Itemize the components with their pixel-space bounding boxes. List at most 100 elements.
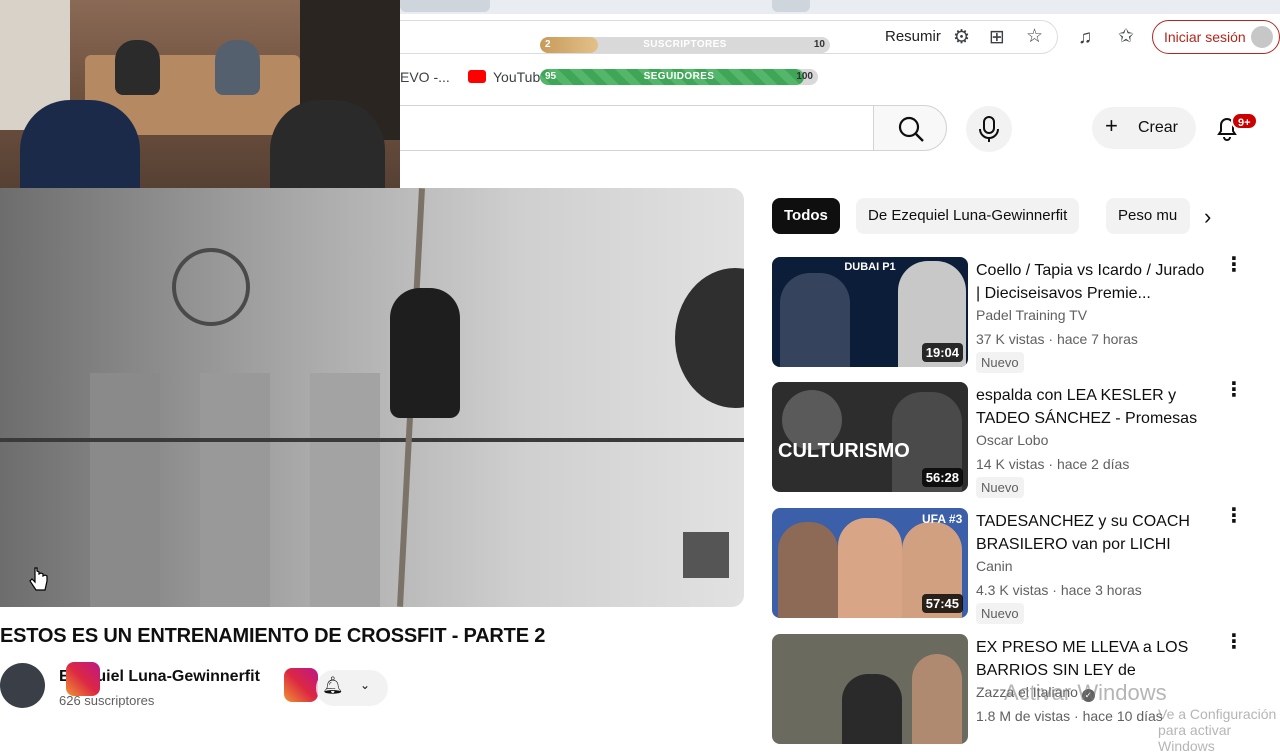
thumbnail-text: UFA #3 [922,512,963,526]
subscribed-button[interactable]: 🔔︎ ⌄ [316,670,388,706]
chip-channel[interactable]: De Ezequiel Luna-Gewinnerfit [856,198,1080,234]
bell-icon: 🔔︎ [322,676,344,695]
video-title[interactable]: espalda con LEA KESLER y TADEO SÁNCHEZ -… [976,384,1212,430]
instagram-icon [284,668,318,702]
browser-tab-strip [400,0,1280,14]
more-actions-icon[interactable]: ⋮ [1224,380,1244,400]
video-thumbnail[interactable]: UFA #3 57:45 [772,508,968,618]
pullup-bar [0,438,744,442]
more-actions-icon[interactable]: ⋮ [1224,506,1244,526]
thumbnail-person [842,674,902,744]
bookmark-item[interactable]: EVO -... [400,69,450,85]
followers-goal: 100 [796,71,813,82]
favorite-star-icon[interactable]: ☆ [1026,27,1043,46]
list-item[interactable]: DUBAI P1 19:04 Coello / Tapia vs Icardo … [772,255,1244,375]
search-input[interactable] [400,105,874,151]
new-badge: Nuevo [976,352,1024,373]
profile-avatar-icon [1251,26,1273,48]
bookmarks-bar: EVO -... YouTub [400,62,1280,94]
signin-button[interactable]: Iniciar sesión [1152,20,1280,54]
person [215,40,260,95]
translate-icon[interactable]: ⚙ [953,28,970,47]
video-title[interactable]: TADESANCHEZ y su COACH BRASILERO van por… [976,510,1212,556]
video-meta: 14 K vistas · hace 2 días [976,456,1130,472]
plus-icon: + [1105,113,1118,138]
chevron-down-icon: ⌄ [360,678,371,692]
view-count: 4.3 K vistas [976,582,1049,598]
list-item[interactable]: CULTURISMO 56:28 espalda con LEA KESLER … [772,380,1244,500]
channel-name[interactable]: Padel Training TV [976,307,1087,323]
channel-watermark-icon[interactable] [683,532,729,578]
upload-age: hace 3 horas [1060,582,1142,598]
video-title: ESTOS ES UN ENTRENAMIENTO DE CROSSFIT - … [0,625,546,647]
windows-activation-watermark: Activar Windows [1004,680,1167,705]
channel-name[interactable]: Canin [976,558,1013,574]
search-button[interactable] [873,105,947,151]
bookmark-item[interactable]: YouTub [493,69,540,85]
view-count: 14 K vistas [976,456,1045,472]
thumbnail-person [912,654,962,744]
favorites-icon[interactable]: ✩ [1118,27,1134,46]
video-player[interactable] [0,188,744,607]
subscribers-goal-label: SUSCRIPTORES [643,39,727,50]
wall-fan [172,248,250,326]
upload-age: hace 7 horas [1056,331,1138,347]
search-icon [898,116,924,142]
summarize-button[interactable]: Resumir [885,28,941,45]
upload-age: hace 2 días [1056,456,1130,472]
list-item[interactable]: UFA #3 57:45 TADESANCHEZ y su COACH BRAS… [772,506,1244,626]
person [115,40,160,95]
video-duration: 57:45 [921,594,963,613]
gym-logo [675,268,744,408]
channel-avatar[interactable] [0,663,45,708]
chip-weight[interactable]: Peso mu [1106,198,1190,234]
browser-tab[interactable] [400,0,490,12]
upload-age: hace 10 días [1082,708,1163,724]
video-thumbnail[interactable]: DUBAI P1 19:04 [772,257,968,367]
video-thumbnail[interactable]: CULTURISMO 56:28 [772,382,968,492]
subscribers-current: 2 [545,39,551,50]
video-meta: 4.3 K vistas · hace 3 horas [976,582,1142,598]
browser-tab[interactable] [772,0,810,12]
video-thumbnail[interactable] [772,634,968,744]
athlete [390,288,460,418]
video-title[interactable]: EX PRESO ME LLEVA a LOS BARRIOS SIN LEY … [976,636,1212,682]
signin-label: Iniciar sesión [1164,29,1246,45]
thumbnail-person [838,518,902,618]
followers-current: 95 [545,71,557,82]
voice-search-button[interactable] [966,106,1012,152]
wall-panel [90,373,160,607]
notifications-count-badge: 9+ [1231,112,1258,130]
chip-all[interactable]: Todos [772,198,840,234]
thumbnail-text: CULTURISMO [778,440,910,462]
channel-name[interactable]: Oscar Lobo [976,432,1048,448]
instagram-icon [66,662,100,696]
windows-activation-subtext: Ve a Configuración para activar Windows [1158,706,1277,754]
new-badge: Nuevo [976,603,1024,624]
video-meta: 37 K vistas · hace 7 horas [976,331,1138,347]
more-actions-icon[interactable]: ⋮ [1224,255,1244,275]
mouse-cursor-icon [29,567,48,591]
thumbnail-person [778,522,838,618]
extensions-grid-icon[interactable]: ⊞ [989,28,1005,47]
media-icon[interactable]: ♫ [1078,28,1092,47]
video-duration: 56:28 [921,468,963,487]
subscribers-goal-bar: SUSCRIPTORES 2 10 [540,37,830,53]
new-badge: Nuevo [976,477,1024,498]
chevron-right-icon[interactable]: › [1204,204,1211,230]
video-duration: 19:04 [921,343,963,362]
thumbnail-person [780,273,850,367]
wall-panel [310,373,380,607]
followers-goal-bar: SEGUIDORES 95 100 [540,69,818,85]
view-count: 37 K vistas [976,331,1045,347]
followers-goal-label: SEGUIDORES [643,71,715,82]
create-button[interactable]: + Crear [1092,107,1196,149]
wall-panel [200,373,270,607]
create-label: Crear [1138,119,1179,136]
view-count: 1.8 M de vistas [976,708,1071,724]
video-title[interactable]: Coello / Tapia vs Icardo / Jurado | Diec… [976,259,1212,305]
more-actions-icon[interactable]: ⋮ [1224,632,1244,652]
youtube-icon [468,70,486,83]
microphone-icon [979,116,999,142]
subscribers-goal: 10 [813,39,825,50]
